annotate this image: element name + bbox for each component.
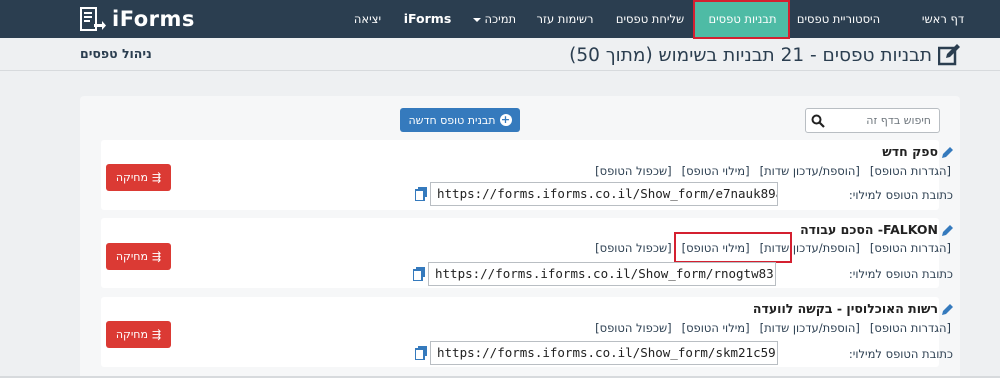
url-label: כתובת הטופס למילוי: [848,188,953,202]
form-title[interactable]: FALKON- הסכם עבודה [800,222,954,237]
search-input[interactable]: חיפוש בדף זה [805,108,940,133]
nav-support-label: תמיכה [484,12,517,26]
highlight-box-tab [693,0,790,39]
plus-circle-icon: + [499,113,512,126]
search-placeholder: חיפוש בדף זה [866,114,931,127]
nav-support[interactable]: תמיכה [460,0,525,38]
brand-name: iForms [112,7,195,31]
delete-button[interactable]: ⇶ מחיקה [106,243,171,270]
navbar: iForms דף ראשי היסטוריית טפסים תבניות טפ… [0,0,1000,38]
new-template-label: תבנית טופס חדשה [408,113,496,127]
nav-lists[interactable]: רשימות עזר [525,0,605,38]
form-title[interactable]: רשות האוכלוסין - בקשה לוועדה [753,301,954,316]
copy-icon[interactable] [413,267,425,281]
nav-home[interactable]: דף ראשי [886,0,1000,38]
settings-link[interactable]: [הגדרות הטופס] [870,321,951,335]
duplicate-link[interactable]: [שכפול הטופס] [595,321,671,335]
url-label: כתובת הטופס למילוי: [848,267,953,281]
settings-link[interactable]: [הגדרות הטופס] [870,241,951,255]
brand-logo[interactable]: iForms [80,5,195,33]
pencil-icon [942,303,953,315]
new-template-button[interactable]: + תבנית טופס חדשה [400,108,520,132]
fields-link[interactable]: [הוספת/עדכון שדות] [760,321,860,335]
form-arrow-icon [80,7,106,31]
pencil-icon [942,224,953,236]
delete-label: מחיקה [115,250,148,263]
nav-logout[interactable]: יציאה [340,0,395,38]
fields-link[interactable]: [הוספת/עדכון שדות] [760,164,860,178]
duplicate-link[interactable]: [שכפול הטופס] [595,164,671,178]
nav-send[interactable]: שליחת טפסים [605,0,695,38]
page-title: תבניות טפסים - 21 תבניות בשימוש (מתוך 50… [569,44,960,66]
delete-button[interactable]: ⇶ מחיקה [106,321,171,348]
fill-link[interactable]: [מילוי הטופס] [682,321,750,335]
copy-icon[interactable] [415,346,427,360]
form-url-field[interactable]: https://forms.iforms.co.il/Show_form/rno… [428,262,776,286]
divider [0,70,1000,71]
form-links: [הגדרות הטופס] [הוספת/עדכון שדות] [מילוי ה… [585,164,951,178]
settings-link[interactable]: [הגדרות הטופס] [870,164,951,178]
nav-iforms[interactable]: iForms [395,0,460,38]
chevron-down-icon [472,17,481,22]
highlight-box-fields [674,232,792,263]
delete-icon: ⇶ [151,328,162,341]
form-url-field[interactable]: https://forms.iforms.co.il/Show_form/e7n… [430,182,778,206]
page-title-text: תבניות טפסים - 21 תבניות בשימוש (מתוך 50… [569,44,932,66]
form-links: [הגדרות הטופס] [הוספת/עדכון שדות] [מילוי ה… [585,321,951,335]
url-label: כתובת הטופס למילוי: [848,347,953,361]
delete-icon: ⇶ [151,250,162,263]
pencil-icon [942,146,953,158]
delete-label: מחיקה [115,328,148,341]
delete-icon: ⇶ [151,171,162,184]
side-title: ניהול טפסים [80,46,152,61]
form-title-text: ספק חדש [882,144,938,159]
search-icon [811,114,825,128]
edit-icon [938,44,960,66]
delete-button[interactable]: ⇶ מחיקה [106,164,171,191]
fill-link[interactable]: [מילוי הטופס] [682,164,750,178]
delete-label: מחיקה [115,171,148,184]
form-title-text: FALKON- הסכם עבודה [800,222,938,237]
form-title-text: רשות האוכלוסין - בקשה לוועדה [752,301,938,316]
form-title[interactable]: ספק חדש [882,144,954,159]
nav-history[interactable]: היסטוריית טפסים [791,0,886,38]
copy-icon[interactable] [415,187,427,201]
form-url-field[interactable]: https://forms.iforms.co.il/Show_form/skm… [430,341,778,365]
duplicate-link[interactable]: [שכפול הטופס] [595,241,671,255]
